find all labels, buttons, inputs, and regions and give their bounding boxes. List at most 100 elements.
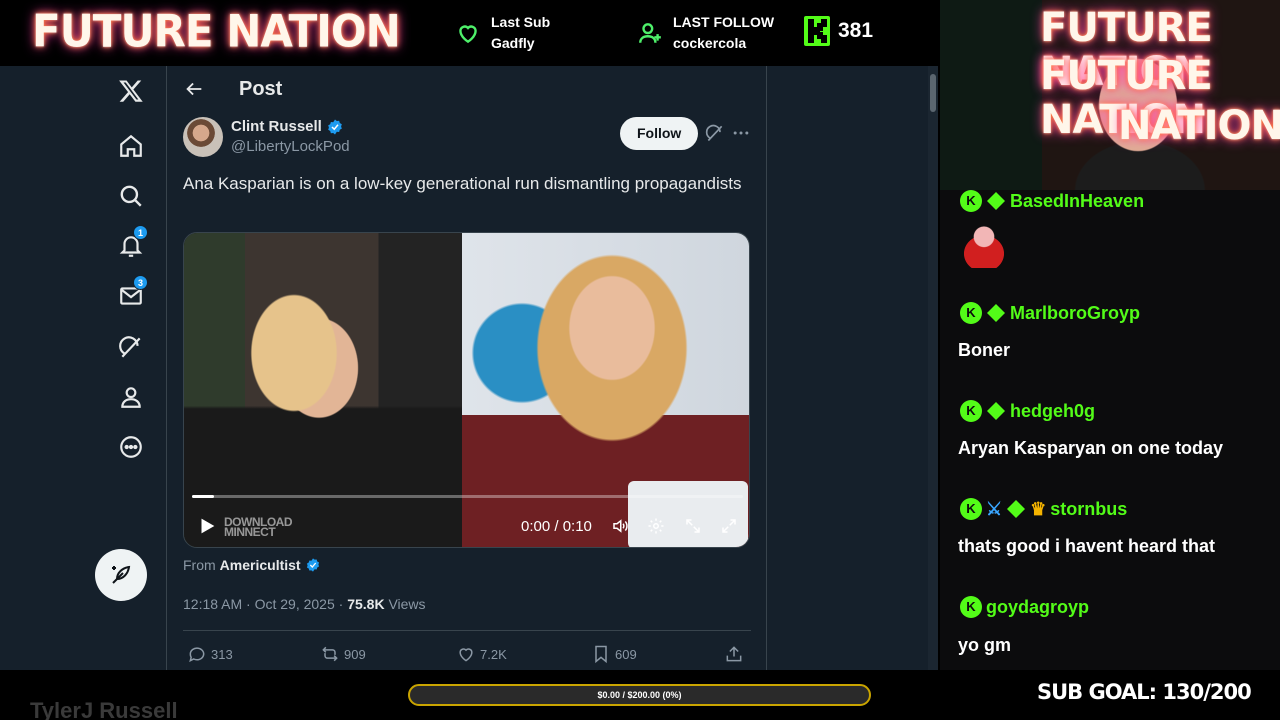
verified-badge-icon [306,558,319,572]
share-icon [726,646,742,662]
post-header: Post [167,66,766,112]
scroll-thumb[interactable] [930,74,936,112]
chat-user-name[interactable]: MarlboroGroyp [1010,303,1140,324]
x-app-window: 1 3 Post Clint Russell @LibertyLockPod F… [0,66,938,670]
chat-username[interactable]: K ⚔ ♛ stornbus [960,498,1127,520]
settings-gear-icon[interactable] [647,517,665,535]
video-time: 0:00 / 0:10 [521,518,592,535]
last-follow-name: cockercola [673,35,747,51]
streamer-name: TylerJ Russell [30,698,178,720]
author-avatar[interactable] [183,117,223,157]
divider [183,630,751,631]
donation-goal-bar: $0.00 / $200.00 (0%) [408,684,871,706]
from-label: From [183,557,216,573]
kick-badge-icon: K [960,190,982,212]
video-watermark: DOWNLOAD MINNECT [224,516,293,538]
back-arrow-icon[interactable] [183,78,205,100]
last-follow-label: LAST FOLLOW [673,14,775,30]
volume-icon[interactable] [611,517,629,535]
sword-badge-icon: ⚔ [986,498,1003,519]
add-user-icon [639,23,661,43]
kick-badge-icon: K [960,400,982,422]
heart-icon [459,648,473,662]
sub-goal: SUB GOAL: 130/200 [1037,680,1252,704]
webcam-feed: FUTURE NATION FUTURE NATION NATION [940,0,1280,190]
chat-username[interactable]: K hedgeh0g [960,400,1095,422]
x-logo-icon[interactable] [106,68,156,114]
kick-logo-icon [804,16,830,46]
stream-chat: K BasedInHeaven K MarlboroGroyp Boner K … [940,190,1280,670]
repost-button[interactable]: 909 [320,644,366,664]
follower-count-widget: 381 [804,16,873,46]
video-player[interactable]: DOWNLOAD MINNECT 0:00 / 0:10 [183,232,750,548]
page-scrollbar[interactable] [928,66,938,670]
crown-badge-icon: ♛ [1030,498,1047,519]
follow-button[interactable]: Follow [620,117,699,150]
fullscreen-icon[interactable] [720,517,738,535]
video-controls: DOWNLOAD MINNECT 0:00 / 0:10 [184,509,749,545]
brand-logo: FUTURE NATION [32,5,401,58]
pip-icon[interactable] [684,517,702,535]
subscriber-gem-icon [1007,500,1026,518]
chat-emote [962,220,1006,268]
repost-icon [322,646,338,662]
chat-user-name[interactable]: stornbus [1050,499,1127,520]
post-column: Post Clint Russell @LibertyLockPod Follo… [166,66,767,670]
last-sub-widget: Last Sub Gadfly [455,12,550,54]
reply-count: 313 [211,646,233,662]
feather-icon [112,565,131,584]
more-circle-icon[interactable] [106,424,156,470]
video-progress-fill [192,495,215,498]
author-handle[interactable]: @LibertyLockPod [231,137,350,157]
post-author: Clint Russell @LibertyLockPod [183,117,350,157]
more-options-icon[interactable] [731,123,751,143]
chat-username[interactable]: K BasedInHeaven [960,190,1144,212]
reply-button[interactable]: 313 [187,644,233,664]
chat-username[interactable]: K goydagroyp [960,596,1089,618]
author-name-row[interactable]: Clint Russell [231,117,350,137]
search-icon[interactable] [106,173,156,219]
kick-badge-icon: K [960,498,982,520]
grok-icon[interactable] [106,324,156,370]
compose-post-button[interactable] [95,549,147,601]
chat-user-name[interactable]: hedgeh0g [1010,401,1095,422]
subscriber-gem-icon [987,192,1005,210]
chat-username[interactable]: K MarlboroGroyp [960,302,1140,324]
author-name[interactable]: Clint Russell [231,117,322,137]
like-button[interactable]: 7.2K [456,644,507,664]
page-title: Post [239,78,283,100]
post-timestamp[interactable]: 12:18 AM · Oct 29, 2025 · [183,596,347,612]
stream-bottom-bar: TylerJ Russell $0.00 / $200.00 (0%) SUB … [0,670,1280,720]
stream-top-bar: FUTURE NATION Last Sub Gadfly LAST FOLLO… [0,0,940,66]
follower-count: 381 [838,19,874,42]
bookmark-button[interactable]: 609 [591,644,637,664]
chat-message: Boner [958,340,1011,360]
last-sub-label: Last Sub [491,14,551,30]
chat-user-name[interactable]: goydagroyp [986,597,1089,618]
grok-explain-icon[interactable] [705,123,725,143]
views-count: 75.8K [347,596,385,612]
kick-badge-icon: K [960,302,982,324]
reply-icon [189,647,205,663]
notifications-bell-icon[interactable]: 1 [106,223,156,269]
kick-badge-icon: K [960,596,982,618]
home-icon[interactable] [106,123,156,169]
notifications-badge: 1 [133,225,148,240]
from-account-link[interactable]: Americultist [220,557,301,573]
messages-mail-icon[interactable]: 3 [106,273,156,319]
donation-goal-text: $0.00 / $200.00 (0%) [597,690,682,700]
last-sub-name: Gadfly [491,35,535,51]
play-icon[interactable] [196,515,218,537]
video-progress-bar[interactable] [192,495,743,498]
profile-icon[interactable] [106,374,156,420]
repost-count: 909 [344,646,366,662]
post-text: Ana Kasparian is on a low-key generation… [183,174,742,193]
messages-badge: 3 [133,275,148,290]
chat-user-name[interactable]: BasedInHeaven [1010,191,1144,212]
verified-badge-icon [328,119,342,135]
share-button[interactable] [724,644,744,664]
bookmark-count: 609 [615,646,637,662]
last-follow-widget: LAST FOLLOW cockercola [637,12,774,54]
subscriber-gem-icon [987,304,1005,322]
bookmark-icon [595,645,607,664]
